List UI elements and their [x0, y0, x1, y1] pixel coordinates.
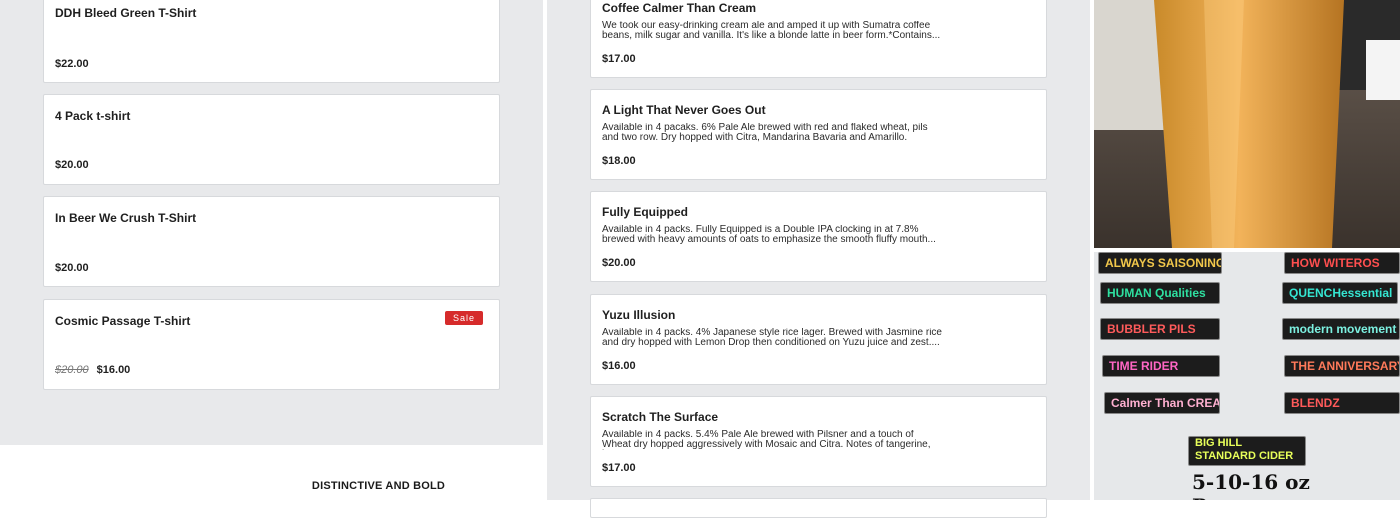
sale-badge: Sale: [444, 311, 483, 325]
product-description: Available in 4 packs. Fully Equipped is …: [602, 225, 936, 245]
product-price: $16.00: [602, 360, 636, 372]
product-card-yuzu-illusion[interactable]: Yuzu Illusion Available in 4 packs. 4% J…: [590, 294, 1047, 385]
product-description: Available in 4 pacaks. 6% Pale Ale brewe…: [602, 123, 928, 143]
tap-sign: QUENCHessential: [1282, 282, 1398, 304]
tap-sign: Calmer Than CREAM: [1104, 392, 1220, 414]
product-price: $20.00: [55, 262, 89, 274]
tap-sign: HOW WITEROS: [1284, 252, 1400, 274]
beer-panel: Coffee Calmer Than Cream We took our eas…: [547, 0, 1090, 518]
product-description: Available in 4 packs. 4% Japanese style …: [602, 328, 942, 348]
product-title: Fully Equipped: [602, 205, 688, 219]
product-price: $20.00: [602, 257, 636, 269]
tap-sign: modern movement: [1282, 318, 1400, 340]
product-description: Available in 4 packs. 5.4% Pale Ale brew…: [602, 430, 931, 450]
product-price: $17.00: [602, 53, 636, 65]
beer-glass-image: [1094, 0, 1400, 248]
tap-sign: BUBBLER PILS: [1100, 318, 1220, 340]
product-card-4-pack-tshirt[interactable]: 4 Pack t-shirt $20.00: [43, 94, 500, 185]
pour-sizes-sign: 5-10-16 oz Pours: [1192, 470, 1310, 500]
tap-sign: TIME RIDER: [1102, 355, 1220, 377]
product-title: Cosmic Passage T-shirt: [55, 314, 191, 328]
product-card-ddh-bleed-green[interactable]: DDH Bleed Green T-Shirt $22.00: [43, 0, 500, 83]
product-price: $20.00 $16.00: [55, 364, 130, 376]
product-price: $22.00: [55, 58, 89, 70]
product-price: $17.00: [602, 462, 636, 474]
tap-sign: BLENDZ: [1284, 392, 1400, 414]
tap-sign: THE ANNIVERSARY: [1284, 355, 1400, 377]
product-title: A Light That Never Goes Out: [602, 103, 766, 117]
product-title: Scratch The Surface: [602, 410, 719, 424]
beer-glass-photo: [1094, 0, 1400, 248]
product-card-a-light-that-never-goes-out[interactable]: A Light That Never Goes Out Available in…: [590, 89, 1047, 180]
original-price: $20.00: [55, 364, 89, 376]
product-title: DDH Bleed Green T-Shirt: [55, 6, 197, 20]
tap-sign: BIG HILL STANDARD CIDER: [1188, 436, 1306, 466]
sale-price: $16.00: [96, 364, 131, 376]
product-title: In Beer We Crush T-Shirt: [55, 211, 197, 225]
tap-sign: ALWAYS SAISONING: [1098, 252, 1222, 274]
product-price: $18.00: [602, 155, 636, 167]
product-card-cosmic-passage[interactable]: Cosmic Passage T-shirt Sale $20.00 $16.00: [43, 299, 500, 390]
tap-sign: HUMAN Qualities: [1100, 282, 1220, 304]
product-title: 4 Pack t-shirt: [55, 109, 131, 123]
product-card-in-beer-we-crush[interactable]: In Beer We Crush T-Shirt $20.00: [43, 196, 500, 287]
product-description: We took our easy-drinking cream ale and …: [602, 21, 941, 41]
product-card-fully-equipped[interactable]: Fully Equipped Available in 4 packs. Ful…: [590, 191, 1047, 282]
product-title: Yuzu Illusion: [602, 308, 676, 322]
tap-list-photo: ALWAYS SAISONING HUMAN Qualities BUBBLER…: [1094, 252, 1400, 500]
product-card-scratch-the-surface[interactable]: Scratch The Surface Available in 4 packs…: [590, 396, 1047, 487]
product-card-coffee-calmer[interactable]: Coffee Calmer Than Cream We took our eas…: [590, 0, 1047, 78]
product-title: Coffee Calmer Than Cream: [602, 1, 757, 15]
product-card-next[interactable]: [590, 498, 1047, 518]
merch-panel: DDH Bleed Green T-Shirt $22.00 4 Pack t-…: [0, 0, 543, 445]
product-price: $20.00: [55, 159, 89, 171]
